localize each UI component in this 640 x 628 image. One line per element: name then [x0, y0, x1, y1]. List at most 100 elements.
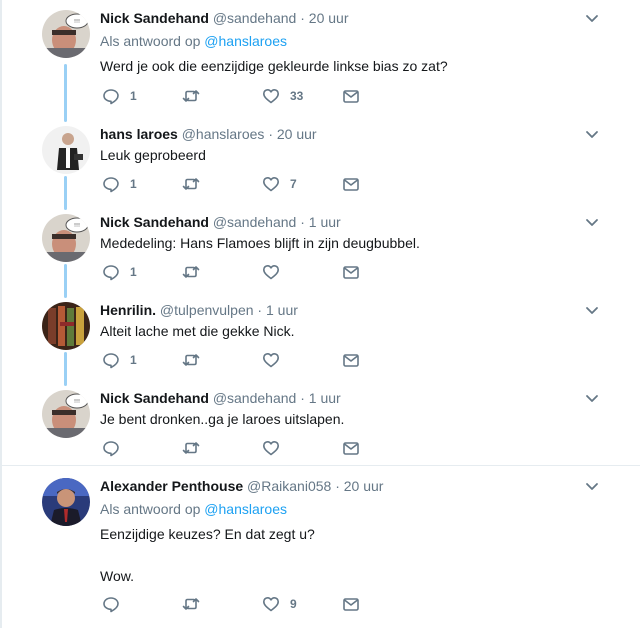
retweet-icon [182, 442, 200, 454]
chevron-down-icon[interactable] [584, 478, 600, 494]
direct-message-button[interactable] [342, 263, 360, 281]
direct-message-button[interactable] [342, 595, 360, 613]
reply-button[interactable] [102, 595, 130, 613]
retweet-icon [182, 178, 200, 190]
reply-icon [103, 177, 119, 193]
tweet[interactable]: hans laroes @hanslaroes · 20 uur Leuk ge… [0, 118, 640, 206]
user-handle[interactable]: @sandehand [213, 390, 297, 406]
tweet-header: Alexander Penthouse @Raikani058 · 20 uur [100, 477, 600, 495]
avatar[interactable]: !!! [42, 214, 90, 262]
reply-prefix: Als antwoord op [100, 33, 201, 49]
direct-message-button[interactable] [342, 439, 360, 457]
separator-dot: · [300, 390, 305, 406]
user-handle[interactable]: @hanslaroes [182, 126, 265, 142]
reply-context: Als antwoord op @hanslaroes [100, 32, 600, 50]
user-handle[interactable]: @sandehand [213, 10, 297, 26]
like-icon [263, 89, 279, 104]
retweet-button[interactable] [182, 439, 210, 457]
reply-icon [103, 89, 119, 105]
reply-button[interactable]: 1 [102, 263, 137, 281]
separator-dot: · [335, 478, 340, 494]
timestamp[interactable]: 20 uur [344, 478, 384, 494]
tweet-text: Alteit lache met die gekke Nick. [100, 323, 295, 339]
direct-message-icon [343, 90, 359, 103]
chevron-down-icon[interactable] [584, 390, 600, 406]
like-count: 33 [290, 89, 304, 103]
direct-message-icon [343, 442, 359, 455]
separator-dot: · [300, 10, 305, 26]
tweet[interactable]: !!! Nick Sandehand @sandehand · 1 uur Me… [0, 206, 640, 294]
retweet-button[interactable] [182, 351, 210, 369]
reply-mention-link[interactable]: @hanslaroes [204, 33, 287, 49]
like-button[interactable] [262, 263, 290, 281]
reply-count: 1 [130, 353, 137, 367]
avatar[interactable] [42, 126, 90, 174]
reply-icon [103, 597, 119, 613]
user-handle[interactable]: @Raikani058 [247, 478, 331, 494]
direct-message-button[interactable] [342, 175, 360, 193]
avatar[interactable] [42, 478, 90, 526]
like-button[interactable]: 9 [262, 595, 297, 613]
avatar[interactable]: !!! [42, 10, 90, 58]
retweet-icon [182, 598, 200, 610]
separator-dot: · [268, 126, 273, 142]
reply-button[interactable]: 1 [102, 87, 137, 105]
user-name[interactable]: Alexander Penthouse [100, 478, 243, 494]
retweet-icon [182, 266, 200, 278]
svg-text:!!!: !!! [74, 223, 80, 229]
like-button[interactable] [262, 351, 290, 369]
direct-message-button[interactable] [342, 351, 360, 369]
like-icon [263, 353, 279, 368]
reply-count: 1 [130, 89, 137, 103]
retweet-button[interactable] [182, 263, 210, 281]
chevron-down-icon[interactable] [584, 214, 600, 230]
like-button[interactable]: 7 [262, 175, 297, 193]
user-handle[interactable]: @sandehand [213, 214, 297, 230]
tweet[interactable]: !!! Nick Sandehand @sandehand · 1 uur Je… [0, 382, 640, 464]
user-name[interactable]: Nick Sandehand [100, 214, 209, 230]
like-button[interactable] [262, 439, 290, 457]
retweet-button[interactable] [182, 175, 210, 193]
retweet-button[interactable] [182, 595, 210, 613]
tweet-text: Eenzijdige keuzes? En dat zegt u? [100, 526, 315, 542]
retweet-icon [182, 90, 200, 102]
like-icon [263, 177, 279, 192]
timestamp[interactable]: 1 uur [309, 214, 341, 230]
tweet-text: Leuk geprobeerd [100, 147, 206, 163]
reply-button[interactable]: 1 [102, 175, 137, 193]
user-name[interactable]: hans laroes [100, 126, 178, 142]
reply-button[interactable] [102, 439, 130, 457]
avatar[interactable] [42, 302, 90, 350]
like-count: 9 [290, 597, 297, 611]
reply-prefix: Als antwoord op [100, 501, 201, 517]
chevron-down-icon[interactable] [584, 10, 600, 26]
reply-button[interactable]: 1 [102, 351, 137, 369]
direct-message-button[interactable] [342, 87, 360, 105]
direct-message-icon [343, 354, 359, 367]
user-name[interactable]: Nick Sandehand [100, 390, 209, 406]
direct-message-icon [343, 266, 359, 279]
chevron-down-icon[interactable] [584, 302, 600, 318]
retweet-button[interactable] [182, 87, 210, 105]
timestamp[interactable]: 20 uur [309, 10, 349, 26]
tweet[interactable]: Alexander Penthouse @Raikani058 · 20 uur… [0, 466, 640, 626]
svg-text:!!!: !!! [74, 399, 80, 405]
reply-icon [103, 441, 119, 457]
timestamp[interactable]: 1 uur [309, 390, 341, 406]
like-button[interactable]: 33 [262, 87, 303, 105]
user-name[interactable]: Henrilin. [100, 302, 156, 318]
reply-mention-link[interactable]: @hanslaroes [204, 501, 287, 517]
chevron-down-icon[interactable] [584, 126, 600, 142]
timestamp[interactable]: 1 uur [266, 302, 298, 318]
user-handle[interactable]: @tulpenvulpen [160, 302, 254, 318]
like-icon [263, 265, 279, 280]
tweet-header: Henrilin. @tulpenvulpen · 1 uur [100, 301, 600, 319]
separator-dot: · [257, 302, 263, 318]
user-name[interactable]: Nick Sandehand [100, 10, 209, 26]
tweet[interactable]: !!! Nick Sandehand @sandehand · 20 uur A… [0, 0, 640, 118]
svg-text:!!!: !!! [74, 19, 80, 25]
avatar[interactable]: !!! [42, 390, 90, 438]
tweet[interactable]: Henrilin. @tulpenvulpen · 1 uur Alteit l… [0, 294, 640, 382]
timestamp[interactable]: 20 uur [277, 126, 317, 142]
like-icon [263, 441, 279, 456]
